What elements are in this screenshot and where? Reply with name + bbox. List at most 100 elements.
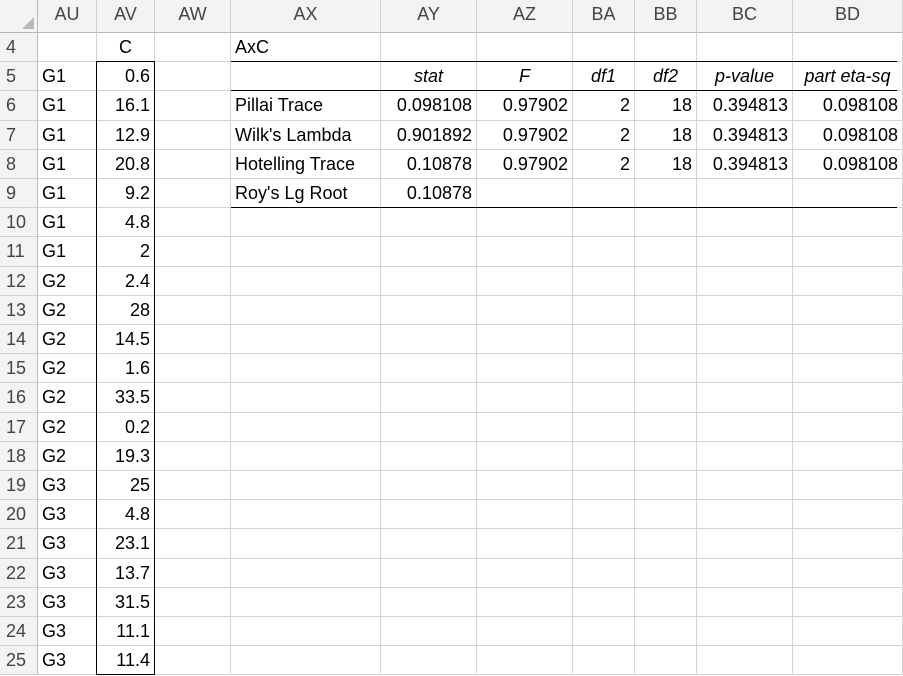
cell-bd18[interactable] — [793, 441, 903, 471]
cell-aw5[interactable] — [155, 62, 231, 92]
row-header-20[interactable]: 20 — [0, 500, 38, 530]
cell-aw6[interactable] — [155, 91, 231, 121]
cell-ay25[interactable] — [381, 646, 477, 676]
cell-ay12[interactable] — [381, 266, 477, 296]
cell-aw9[interactable] — [155, 179, 231, 209]
cell-aw25[interactable] — [155, 646, 231, 676]
row-header-10[interactable]: 10 — [0, 208, 38, 238]
cell-ax19[interactable] — [231, 471, 381, 501]
cell-au5[interactable]: G1 — [38, 62, 97, 92]
cell-av14[interactable]: 14.5 — [97, 325, 155, 355]
cell-ay5[interactable]: stat — [381, 62, 477, 92]
cell-aw20[interactable] — [155, 500, 231, 530]
column-header-ay[interactable]: AY — [381, 0, 477, 33]
cell-az16[interactable] — [477, 383, 573, 413]
cell-az10[interactable] — [477, 208, 573, 238]
cell-bb10[interactable] — [635, 208, 697, 238]
cell-ay13[interactable] — [381, 295, 477, 325]
cell-az23[interactable] — [477, 587, 573, 617]
cell-az13[interactable] — [477, 295, 573, 325]
cell-bd4[interactable] — [793, 33, 903, 63]
cell-bb13[interactable] — [635, 295, 697, 325]
cell-au22[interactable]: G3 — [38, 558, 97, 588]
cell-aw8[interactable] — [155, 149, 231, 179]
select-all-corner[interactable] — [0, 0, 38, 33]
cell-bd7[interactable]: 0.098108 — [793, 120, 903, 150]
cell-av22[interactable]: 13.7 — [97, 558, 155, 588]
cell-aw10[interactable] — [155, 208, 231, 238]
cell-ax14[interactable] — [231, 325, 381, 355]
row-header-16[interactable]: 16 — [0, 383, 38, 413]
cell-au19[interactable]: G3 — [38, 471, 97, 501]
cell-aw24[interactable] — [155, 617, 231, 647]
cell-bb17[interactable] — [635, 412, 697, 442]
cell-bd6[interactable]: 0.098108 — [793, 91, 903, 121]
cell-bd19[interactable] — [793, 471, 903, 501]
cell-bc20[interactable] — [697, 500, 793, 530]
cell-az18[interactable] — [477, 441, 573, 471]
cell-au24[interactable]: G3 — [38, 617, 97, 647]
cell-ay18[interactable] — [381, 441, 477, 471]
cell-bc8[interactable]: 0.394813 — [697, 149, 793, 179]
cell-bc17[interactable] — [697, 412, 793, 442]
cell-bb16[interactable] — [635, 383, 697, 413]
cell-ba11[interactable] — [573, 237, 635, 267]
cell-bc24[interactable] — [697, 617, 793, 647]
cell-ax11[interactable] — [231, 237, 381, 267]
cell-az22[interactable] — [477, 558, 573, 588]
cell-bc6[interactable]: 0.394813 — [697, 91, 793, 121]
cell-aw4[interactable] — [155, 33, 231, 63]
cell-aw12[interactable] — [155, 266, 231, 296]
cell-ax23[interactable] — [231, 587, 381, 617]
cell-au20[interactable]: G3 — [38, 500, 97, 530]
row-header-18[interactable]: 18 — [0, 441, 38, 471]
column-header-bd[interactable]: BD — [793, 0, 903, 33]
cell-av17[interactable]: 0.2 — [97, 412, 155, 442]
cell-bb12[interactable] — [635, 266, 697, 296]
cell-ax24[interactable] — [231, 617, 381, 647]
cell-aw21[interactable] — [155, 529, 231, 559]
cell-ba14[interactable] — [573, 325, 635, 355]
cell-bc25[interactable] — [697, 646, 793, 676]
cell-av12[interactable]: 2.4 — [97, 266, 155, 296]
cell-ba18[interactable] — [573, 441, 635, 471]
cell-bd9[interactable] — [793, 179, 903, 209]
column-header-aw[interactable]: AW — [155, 0, 231, 33]
cell-ay23[interactable] — [381, 587, 477, 617]
cell-az14[interactable] — [477, 325, 573, 355]
cell-bd24[interactable] — [793, 617, 903, 647]
cell-aw14[interactable] — [155, 325, 231, 355]
cell-au18[interactable]: G2 — [38, 441, 97, 471]
cell-ax15[interactable] — [231, 354, 381, 384]
cell-ba22[interactable] — [573, 558, 635, 588]
cell-az9[interactable] — [477, 179, 573, 209]
cell-bb21[interactable] — [635, 529, 697, 559]
cell-aw13[interactable] — [155, 295, 231, 325]
cell-bb15[interactable] — [635, 354, 697, 384]
cell-ax6[interactable]: Pillai Trace — [231, 91, 381, 121]
cell-ay9[interactable]: 0.10878 — [381, 179, 477, 209]
cell-bd15[interactable] — [793, 354, 903, 384]
cell-av18[interactable]: 19.3 — [97, 441, 155, 471]
row-header-19[interactable]: 19 — [0, 471, 38, 501]
cell-bb11[interactable] — [635, 237, 697, 267]
row-header-5[interactable]: 5 — [0, 62, 38, 92]
row-header-22[interactable]: 22 — [0, 558, 38, 588]
cell-av6[interactable]: 16.1 — [97, 91, 155, 121]
cell-ax8[interactable]: Hotelling Trace — [231, 149, 381, 179]
cell-az15[interactable] — [477, 354, 573, 384]
cell-bc5[interactable]: p-value — [697, 62, 793, 92]
cell-bb25[interactable] — [635, 646, 697, 676]
row-header-11[interactable]: 11 — [0, 237, 38, 267]
cell-av15[interactable]: 1.6 — [97, 354, 155, 384]
cell-aw19[interactable] — [155, 471, 231, 501]
cell-au7[interactable]: G1 — [38, 120, 97, 150]
cell-au4[interactable] — [38, 33, 97, 63]
cell-bb8[interactable]: 18 — [635, 149, 697, 179]
cell-ay17[interactable] — [381, 412, 477, 442]
cell-bd25[interactable] — [793, 646, 903, 676]
cell-ax5[interactable] — [231, 62, 381, 92]
column-header-az[interactable]: AZ — [477, 0, 573, 33]
cell-ax7[interactable]: Wilk's Lambda — [231, 120, 381, 150]
cell-bb9[interactable] — [635, 179, 697, 209]
